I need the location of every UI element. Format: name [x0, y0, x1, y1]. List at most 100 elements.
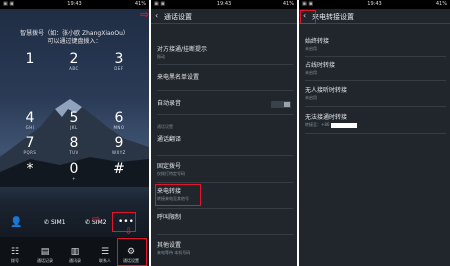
divider	[157, 114, 293, 115]
setting-subtitle: 转接至：+86	[305, 122, 446, 128]
setting-other[interactable]: 其他设置 来电等待 本机号码	[157, 242, 293, 256]
key-digit: 1	[25, 51, 35, 67]
forward-always[interactable]: 始终转接 未启用	[305, 38, 446, 52]
setting-title: 无人接听时转接	[305, 87, 348, 94]
tab-dial-label: 拨号	[11, 258, 19, 263]
highlight-title	[300, 10, 316, 24]
setting-title: 通话翻译	[157, 136, 182, 143]
status-time: 19:43	[367, 1, 382, 7]
section-header: 通话设置	[157, 124, 173, 129]
battery-level: 41%	[282, 1, 294, 7]
tab-call-log[interactable]: ▤ 通话记录	[32, 246, 58, 264]
call-settings-screen: ▣ ▣ 19:43 41% ‹ 通话设置 对方接通/挂断提示 振动 来电黑名单设…	[151, 0, 297, 266]
key-8[interactable]: 8 TUV	[54, 136, 94, 155]
key-2[interactable]: 2 ABC	[54, 52, 94, 71]
setting-subtitle: 来电等待 本机号码	[157, 250, 191, 255]
divider	[157, 64, 293, 65]
forward-no-answer[interactable]: 无人接听时转接 未启用	[305, 87, 446, 101]
setting-title: 固定拨号	[157, 163, 182, 170]
setting-voicemail[interactable]: 通话翻译	[157, 136, 293, 144]
key-1[interactable]: 1	[10, 52, 50, 66]
key-5[interactable]: 5 JKL	[54, 111, 94, 130]
setting-title: 始终转接	[305, 38, 330, 45]
key-6[interactable]: 6 MNO	[99, 111, 139, 130]
key-7[interactable]: 7 PQRS	[10, 136, 50, 155]
sim1-call-button[interactable]: ✆ SIM1	[44, 219, 66, 226]
divider	[157, 90, 293, 91]
setting-call-barring[interactable]: 呼叫限制	[157, 214, 293, 222]
setting-title: 呼叫限制	[157, 214, 182, 221]
divider	[305, 56, 446, 57]
setting-title: 其他设置	[157, 242, 182, 249]
divider	[157, 182, 293, 183]
call-log-icon: ▤	[40, 247, 50, 257]
tab-contacts[interactable]: ▥ 通讯录	[62, 246, 88, 264]
sim1-label: SIM1	[50, 219, 66, 226]
divider	[305, 106, 446, 107]
tab-people[interactable]: ☰ 联系人	[92, 246, 118, 264]
status-bar: ▣ ▣ 19:43 41%	[299, 0, 450, 9]
highlight-call-forwarding	[155, 184, 201, 206]
key-letters: +	[72, 176, 76, 181]
key-star[interactable]: *	[10, 162, 50, 176]
tab-dial[interactable]: ☷ 拨号	[2, 246, 28, 264]
setting-fixed-dialing[interactable]: 固定拨号 仅拨打特定号码	[157, 163, 293, 177]
dialer-screen: ▣ ▣ 19:43 41% 智慧拨号（如：张小欧 ZhangXiaoOu） 可以…	[0, 0, 149, 266]
tab-contacts-label: 通讯录	[69, 258, 81, 263]
key-letters: ABC	[69, 66, 79, 71]
divider	[305, 133, 446, 134]
status-bar: ▣ ▣ 19:43 41%	[151, 0, 297, 9]
key-9[interactable]: 9 WXYZ	[99, 136, 139, 155]
key-digit: 9	[114, 135, 124, 151]
key-digit: 4	[25, 110, 35, 126]
key-letters: GHI	[25, 125, 35, 130]
divider	[157, 234, 293, 235]
contacts-icon[interactable]: 👤	[10, 217, 22, 228]
setting-subtitle: 未启用	[305, 70, 317, 75]
key-digit: 6	[114, 110, 124, 126]
forward-target: 转接至：+86	[305, 122, 330, 127]
divider	[157, 208, 293, 209]
key-hash[interactable]: #	[99, 162, 139, 176]
key-letters: TUV	[69, 150, 79, 155]
key-digit: #	[113, 161, 125, 177]
setting-subtitle: 未启用	[305, 46, 317, 51]
key-digit: 0	[69, 161, 79, 177]
arrow-down-icon: ⇩	[125, 227, 133, 237]
header: ‹ 通话设置	[151, 9, 297, 24]
setting-title: 来电黑名单设置	[157, 74, 200, 81]
auto-record-toggle[interactable]	[271, 101, 291, 108]
highlight-settings-tab	[117, 238, 147, 266]
tab-people-label: 联系人	[99, 258, 111, 263]
redacted-number	[331, 122, 358, 128]
key-4[interactable]: 4 GHI	[10, 111, 50, 130]
key-letters: MNO	[113, 125, 125, 130]
forward-unreachable[interactable]: 无法接通时转接 转接至：+86	[305, 114, 446, 128]
page-title: 来电转接设置	[312, 13, 354, 21]
key-letters: JKL	[70, 125, 78, 130]
setting-blacklist[interactable]: 来电黑名单设置	[157, 74, 293, 82]
back-arrow-icon[interactable]: ‹	[155, 11, 158, 20]
key-letters: DEF	[114, 66, 124, 71]
call-forwarding-screen: ▣ ▣ 19:43 41% ‹ 来电转接设置 ⇨ 始终转接 未启用 占线时转接 …	[299, 0, 450, 266]
arrow-right-icon: ⇨	[92, 214, 101, 225]
smart-dial-hint: 智慧拨号（如：张小欧 ZhangXiaoOu） 可以通过键盘拨入：	[20, 30, 129, 45]
key-letters: WXYZ	[112, 150, 126, 155]
divider	[157, 155, 293, 156]
contacts-book-icon: ▥	[70, 247, 80, 257]
key-digit: 3	[114, 51, 124, 67]
divider	[305, 80, 446, 81]
key-0[interactable]: 0 +	[54, 162, 94, 181]
key-digit: 8	[69, 135, 79, 151]
forward-when-busy[interactable]: 占线时转接 未启用	[305, 62, 446, 76]
arrow-right-icon: ⇨	[140, 8, 150, 21]
setting-title: 占线时转接	[305, 62, 336, 69]
status-time: 19:43	[216, 1, 232, 7]
key-3[interactable]: 3 DEF	[99, 52, 139, 71]
setting-subtitle: 未启用	[305, 95, 317, 100]
status-bar: ▣ ▣ 19:43 41%	[0, 0, 149, 9]
header: ‹ 来电转接设置	[299, 9, 450, 24]
key-digit: *	[26, 161, 34, 177]
status-time: 19:43	[67, 1, 82, 7]
setting-connect-tone[interactable]: 对方接通/挂断提示 振动	[157, 46, 293, 60]
